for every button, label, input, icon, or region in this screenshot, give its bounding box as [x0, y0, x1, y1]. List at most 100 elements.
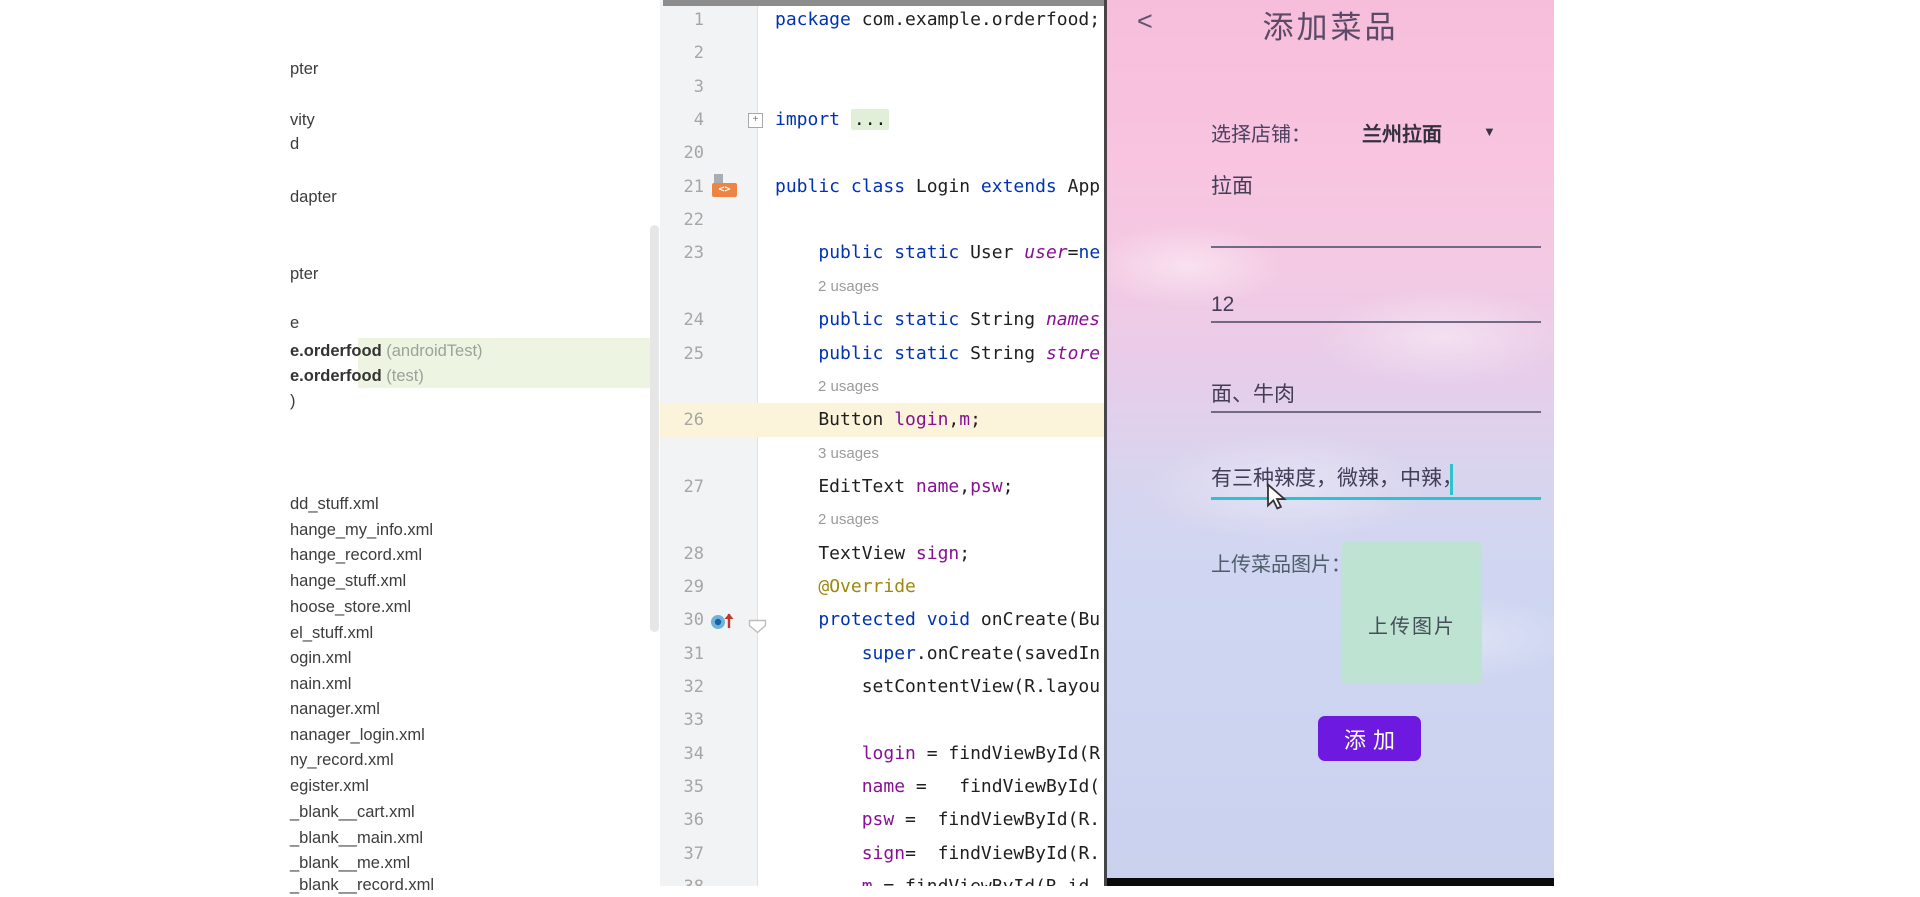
- usages-hint-row: 2 usages: [660, 370, 1104, 404]
- code-line[interactable]: 35 name = findViewById(: [660, 770, 1104, 804]
- code-token: ;: [1003, 476, 1014, 497]
- usages-hint-row: 2 usages: [660, 270, 1104, 304]
- project-tree-item[interactable]: pter: [290, 57, 318, 81]
- project-tree-item[interactable]: hange_record.xml: [290, 543, 422, 567]
- tree-item-label: el_stuff.xml: [290, 624, 373, 642]
- code-line[interactable]: 37 sign= findViewById(R.: [660, 837, 1104, 871]
- project-tree-item[interactable]: egister.xml: [290, 774, 369, 798]
- project-tree-item[interactable]: dapter: [290, 185, 337, 209]
- code-line[interactable]: 33: [660, 703, 1104, 737]
- code-token: = findViewById(R.: [894, 809, 1100, 830]
- code-token: App: [1057, 176, 1100, 197]
- code-line[interactable]: 28 TextView sign;: [660, 537, 1104, 571]
- project-tree-item[interactable]: _blank__main.xml: [290, 826, 423, 850]
- code-line-text: EditText name,psw;: [775, 470, 1013, 504]
- project-tree-item[interactable]: nain.xml: [290, 672, 351, 696]
- code-line[interactable]: 31 super.onCreate(savedIn: [660, 637, 1104, 671]
- line-number: 27: [660, 470, 704, 504]
- code-line[interactable]: 34 login = findViewById(R: [660, 737, 1104, 771]
- project-tree-item[interactable]: hoose_store.xml: [290, 595, 411, 619]
- code-token: Button: [775, 409, 894, 430]
- upload-image-label: 上传菜品图片：: [1211, 548, 1351, 577]
- tree-item-label: _blank__main.xml: [290, 829, 423, 847]
- usages-hint[interactable]: 2 usages: [818, 270, 879, 304]
- mouse-cursor: [1266, 483, 1288, 515]
- code-line[interactable]: 30 protected void onCreate(Bu: [660, 603, 1104, 637]
- code-line[interactable]: 25 public static String store: [660, 337, 1104, 371]
- code-token: [775, 876, 862, 886]
- project-tree-item[interactable]: el_stuff.xml: [290, 621, 373, 645]
- screenshot-root: { "project_panel": { "items": [ {"label"…: [0, 0, 1920, 886]
- layout-xml-gutter-icon[interactable]: <>: [712, 174, 738, 200]
- project-tree-item[interactable]: pter: [290, 262, 318, 286]
- tree-item-label: dd_stuff.xml: [290, 495, 379, 513]
- code-token: ,: [959, 476, 970, 497]
- project-tree-item[interactable]: ogin.xml: [290, 646, 351, 670]
- project-tree-item[interactable]: d: [290, 132, 299, 156]
- code-line[interactable]: 2: [660, 36, 1104, 70]
- project-tree-item[interactable]: e.orderfood (androidTest): [290, 339, 483, 363]
- code-line-text: public static String names: [775, 303, 1100, 337]
- code-line[interactable]: 1package com.example.orderfood;: [660, 3, 1104, 37]
- dish-price-input[interactable]: 12: [1211, 293, 1234, 317]
- code-token: EditText: [775, 476, 916, 497]
- override-method-gutter-icon[interactable]: [710, 611, 740, 631]
- code-line-text: TextView sign;: [775, 537, 970, 571]
- project-tree-item[interactable]: _blank__record.xml: [290, 873, 434, 897]
- project-tree-item[interactable]: e: [290, 311, 299, 335]
- fold-expand-icon[interactable]: +: [748, 113, 763, 128]
- usages-hint[interactable]: 2 usages: [818, 370, 879, 404]
- usages-hint[interactable]: 2 usages: [818, 503, 879, 537]
- dish-ingredients-underline: [1211, 411, 1541, 413]
- usages-hint[interactable]: 3 usages: [818, 437, 879, 471]
- project-tree-item[interactable]: vity: [290, 108, 315, 132]
- code-line[interactable]: 27 EditText name,psw;: [660, 470, 1104, 504]
- code-token: Login: [905, 176, 981, 197]
- code-token: User: [959, 242, 1024, 263]
- upload-image-box[interactable]: 上传图片: [1342, 542, 1482, 684]
- code-line[interactable]: 38 m = findViewById(R.id.: [660, 870, 1104, 886]
- code-line[interactable]: 3: [660, 70, 1104, 104]
- line-number: 22: [660, 203, 704, 237]
- code-line[interactable]: 29 @Override: [660, 570, 1104, 604]
- project-tree-item[interactable]: e.orderfood (test): [290, 364, 424, 388]
- code-line[interactable]: 20: [660, 136, 1104, 170]
- tree-item-suffix: (androidTest): [382, 342, 483, 360]
- code-line[interactable]: 23 public static User user=ne: [660, 236, 1104, 270]
- code-line[interactable]: 32 setContentView(R.layou: [660, 670, 1104, 704]
- code-token: String: [959, 309, 1046, 330]
- code-editor[interactable]: 1package com.example.orderfood;234+impor…: [660, 0, 1104, 886]
- usages-hint-row: 3 usages: [660, 437, 1104, 471]
- line-number: 31: [660, 637, 704, 671]
- dish-ingredients-input[interactable]: 面、牛肉: [1211, 378, 1295, 408]
- code-line[interactable]: 26 Button login,m;: [660, 403, 1104, 437]
- project-tree-item[interactable]: hange_stuff.xml: [290, 569, 406, 593]
- project-tree-item[interactable]: nanager.xml: [290, 697, 380, 721]
- code-token: [775, 609, 818, 630]
- code-token: names: [1046, 309, 1100, 330]
- code-token: public static: [818, 242, 959, 263]
- dropdown-arrow-icon[interactable]: ▼: [1483, 124, 1496, 139]
- store-select-value[interactable]: 兰州拉面: [1362, 118, 1442, 147]
- project-tree-item[interactable]: nanager_login.xml: [290, 723, 425, 747]
- code-line[interactable]: 36 psw = findViewById(R.: [660, 803, 1104, 837]
- code-line[interactable]: 24 public static String names: [660, 303, 1104, 337]
- project-tree-item[interactable]: dd_stuff.xml: [290, 492, 379, 516]
- project-tree-item[interactable]: _blank__cart.xml: [290, 800, 415, 824]
- code-token: .onCreate(savedIn: [916, 643, 1100, 664]
- project-panel-scrollbar[interactable]: [650, 225, 659, 632]
- project-tree-item[interactable]: ny_record.xml: [290, 748, 394, 772]
- project-tree-item[interactable]: ): [290, 389, 296, 413]
- tree-item-label: dapter: [290, 188, 337, 206]
- project-tree-item[interactable]: _blank__me.xml: [290, 851, 410, 875]
- line-number: 4: [660, 103, 704, 137]
- code-token: public static: [818, 343, 959, 364]
- code-line[interactable]: 21<>public class Login extends App: [660, 170, 1104, 204]
- code-token: login: [862, 743, 916, 764]
- code-line[interactable]: 4+import ...: [660, 103, 1104, 137]
- project-tree-item[interactable]: hange_my_info.xml: [290, 518, 433, 542]
- add-dish-button[interactable]: 添加: [1318, 716, 1421, 761]
- code-line[interactable]: 22: [660, 203, 1104, 237]
- dish-spiciness-input[interactable]: 有三种辣度，微辣，中辣，: [1211, 462, 1463, 492]
- dish-name-input[interactable]: 拉面: [1211, 170, 1253, 200]
